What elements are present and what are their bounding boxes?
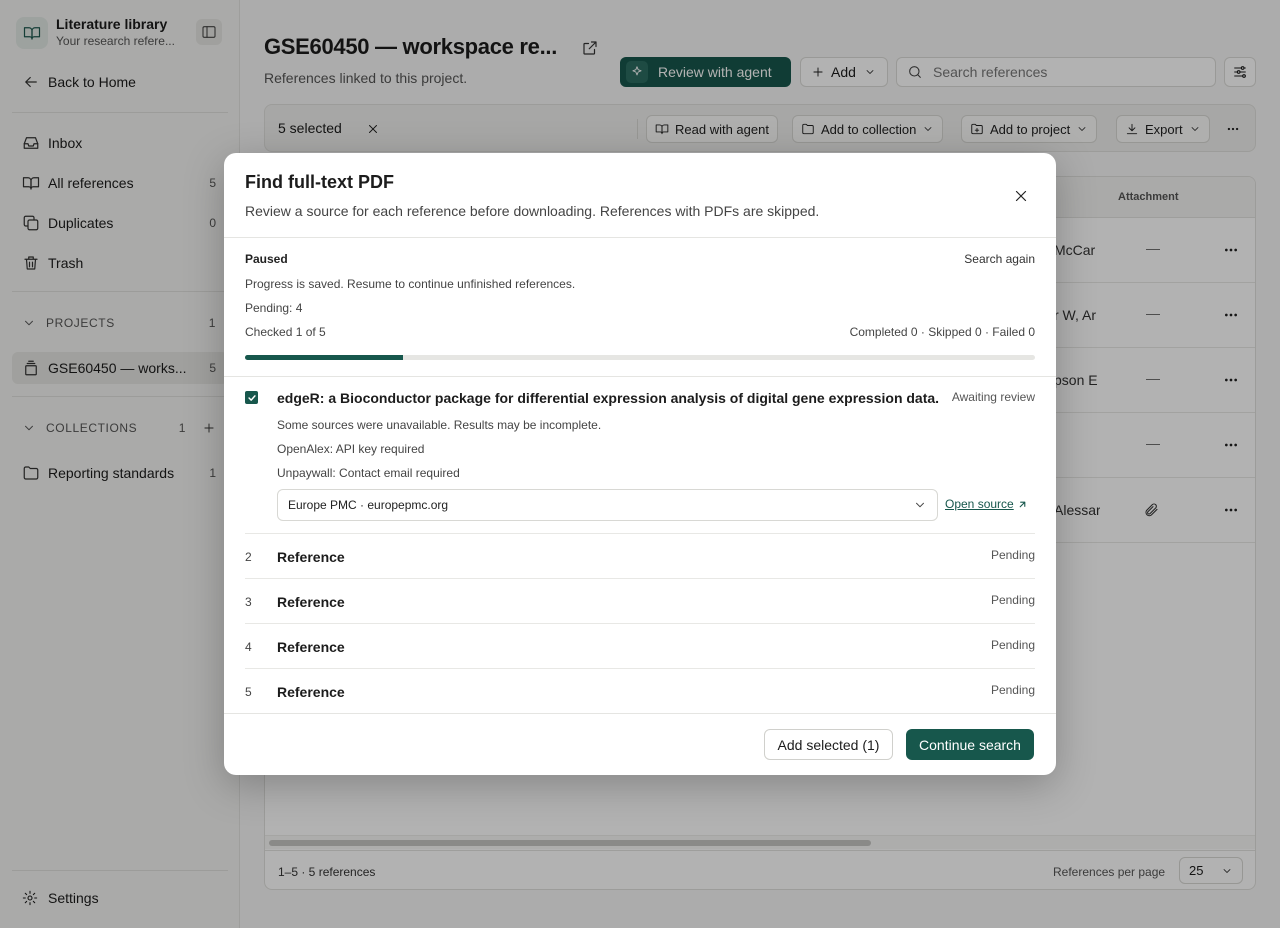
reference-status: Pending — [990, 683, 1035, 697]
arrow-up-right-icon — [1014, 499, 1028, 510]
reference-label: Reference — [277, 549, 345, 565]
divider — [224, 237, 1056, 238]
open-source-label: Open source — [945, 497, 1014, 511]
divider — [224, 376, 1056, 377]
search-again-button[interactable]: Search again — [964, 252, 1035, 266]
openalex-note: OpenAlex: API key required — [277, 442, 425, 456]
dialog-footer: Add selected (1) Continue search — [224, 713, 1056, 775]
reference-label: Reference — [277, 684, 345, 700]
list-item[interactable]: 3 Reference Pending — [245, 578, 1035, 623]
reference-checkbox[interactable] — [245, 391, 258, 404]
reference-status: Pending — [990, 593, 1035, 607]
status-note: Progress is saved. Resume to continue un… — [245, 277, 576, 291]
close-icon[interactable] — [1012, 187, 1030, 205]
reference-number: 4 — [245, 640, 252, 654]
progress-bar — [245, 355, 1035, 360]
reference-number: 2 — [245, 550, 252, 564]
list-item[interactable]: 2 Reference Pending — [245, 533, 1035, 578]
reference-status: Pending — [990, 548, 1035, 562]
reference-number: 5 — [245, 685, 252, 699]
add-selected-button[interactable]: Add selected (1) — [764, 729, 893, 760]
source-value: Europe PMC · europepmc.org — [288, 498, 449, 512]
warning-text: Some sources were unavailable. Results m… — [277, 418, 602, 432]
reference-status: Pending — [990, 638, 1035, 652]
dialog-subtitle: Review a source for each reference befor… — [245, 203, 820, 219]
source-select[interactable]: Europe PMC · europepmc.org — [277, 489, 938, 521]
checked-count: Checked 1 of 5 — [245, 325, 326, 339]
reference-title: edgeR: a Bioconductor package for differ… — [277, 390, 940, 406]
chevron-down-icon — [913, 498, 927, 512]
reference-label: Reference — [277, 639, 345, 655]
reference-label: Reference — [277, 594, 345, 610]
list-item[interactable]: 4 Reference Pending — [245, 623, 1035, 668]
summary-counts: Completed 0 · Skipped 0 · Failed 0 — [849, 325, 1035, 339]
status-label: Paused — [245, 252, 288, 266]
list-item[interactable]: 5 Reference Pending — [245, 668, 1035, 713]
open-source-link[interactable]: Open source — [945, 497, 1028, 511]
unpaywall-note: Unpaywall: Contact email required — [277, 466, 460, 480]
dialog-title: Find full-text PDF — [245, 172, 394, 192]
reference-number: 3 — [245, 595, 252, 609]
pending-count: Pending: 4 — [245, 301, 303, 315]
reference-status: Awaiting review — [951, 390, 1035, 404]
continue-search-button[interactable]: Continue search — [906, 729, 1034, 760]
progress-fill — [245, 355, 403, 360]
find-pdf-dialog: Find full-text PDF Review a source for e… — [224, 153, 1056, 775]
